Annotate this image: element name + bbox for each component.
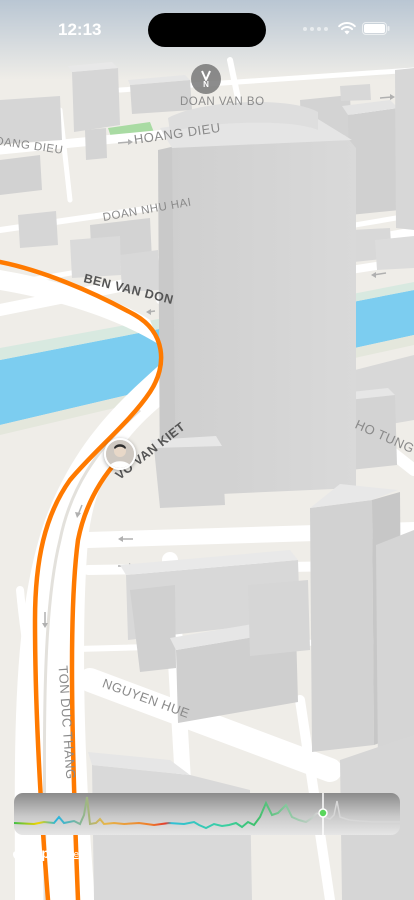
status-icons <box>303 22 390 35</box>
compass-north-label: N <box>203 80 209 89</box>
elevation-profile-line <box>14 796 318 830</box>
compass-needle-icon <box>201 70 211 81</box>
user-location-avatar[interactable] <box>104 438 136 470</box>
legal-link[interactable]: Legal <box>69 849 91 859</box>
main-tower-building <box>150 101 356 508</box>
apple-maps-logo: Maps <box>12 846 57 861</box>
maps-attribution: Maps Legal <box>12 846 91 861</box>
maps-brand-label: Maps <box>23 846 57 861</box>
status-time: 12:13 <box>58 20 102 39</box>
status-bar: 12:13 <box>0 0 414 60</box>
elevation-scrubber-handle[interactable] <box>318 808 328 818</box>
cellular-signal-icon <box>303 26 328 31</box>
apple-logo-icon <box>13 848 21 858</box>
elevation-profile-remaining <box>316 800 400 823</box>
wifi-icon <box>338 22 356 35</box>
elevation-profile-panel[interactable] <box>14 793 400 835</box>
elevation-profile-chart <box>14 793 400 835</box>
dynamic-island <box>148 13 266 47</box>
avatar-portrait-icon <box>106 440 134 468</box>
compass-button[interactable]: N <box>191 64 221 94</box>
battery-icon <box>362 22 390 35</box>
street-label-doan-van-bo: DOAN VAN BO <box>180 96 265 108</box>
